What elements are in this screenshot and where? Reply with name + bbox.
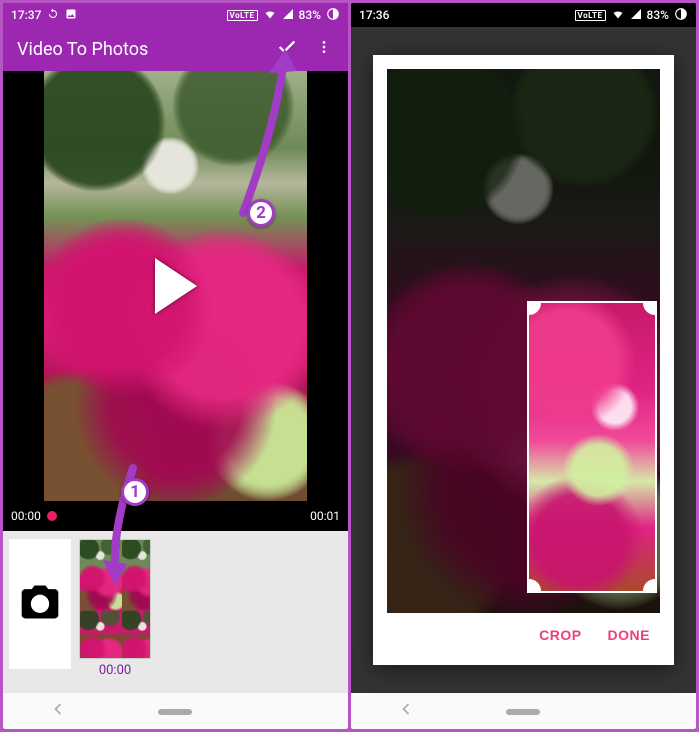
app-bar: Video To Photos: [3, 27, 348, 71]
crop-canvas[interactable]: [387, 69, 660, 613]
play-icon[interactable]: [155, 258, 197, 314]
capture-frame-button[interactable]: [9, 539, 71, 669]
home-button[interactable]: [158, 702, 192, 721]
back-button[interactable]: [48, 699, 68, 723]
app-title: Video To Photos: [17, 39, 148, 60]
thumb-image: [79, 539, 151, 659]
image-icon: [65, 8, 77, 23]
home-button[interactable]: [506, 702, 540, 721]
clock: 17:37: [11, 8, 41, 22]
done-button[interactable]: DONE: [608, 627, 650, 643]
video-preview[interactable]: [3, 71, 348, 501]
crop-selection-image: [529, 303, 655, 591]
crop-button[interactable]: CROP: [539, 627, 581, 643]
phone-left: 17:37 VoLTE 83% Video To Photos: [3, 3, 348, 729]
timeline-end: 00:01: [310, 509, 340, 523]
confirm-button[interactable]: [268, 28, 306, 70]
crop-dialog: CROP DONE: [373, 55, 674, 665]
battery-icon: [326, 7, 340, 24]
status-bar: 17:36 VoLTE 83%: [351, 3, 696, 27]
dialog-actions: CROP DONE: [387, 613, 660, 657]
wifi-icon: [263, 8, 277, 23]
overflow-menu-button[interactable]: [306, 29, 334, 69]
thumb-time: 00:00: [99, 663, 131, 678]
wifi-icon: [611, 8, 625, 23]
crop-rect[interactable]: [529, 303, 655, 591]
volte-badge: VoLTE: [227, 10, 258, 21]
back-button[interactable]: [396, 699, 416, 723]
battery-text: 83%: [647, 8, 669, 22]
phone-right: 17:36 VoLTE 83%: [351, 3, 696, 729]
dialog-backdrop: CROP DONE: [351, 27, 696, 693]
camera-icon: [18, 580, 62, 628]
system-nav-bar: [351, 693, 696, 729]
captured-thumb[interactable]: 00:00: [79, 539, 151, 678]
capture-strip: 00:00: [3, 531, 348, 693]
clock: 17:36: [359, 8, 389, 22]
volte-badge: VoLTE: [575, 10, 606, 21]
system-nav-bar: [3, 693, 348, 729]
signal-icon: [282, 8, 294, 23]
timeline-start: 00:00: [11, 509, 41, 523]
playhead[interactable]: [47, 511, 57, 521]
battery-icon: [674, 7, 688, 24]
signal-icon: [630, 8, 642, 23]
status-bar: 17:37 VoLTE 83%: [3, 3, 348, 27]
battery-text: 83%: [299, 8, 321, 22]
sync-icon: [47, 8, 59, 23]
timeline[interactable]: 00:00 00:01: [3, 501, 348, 531]
